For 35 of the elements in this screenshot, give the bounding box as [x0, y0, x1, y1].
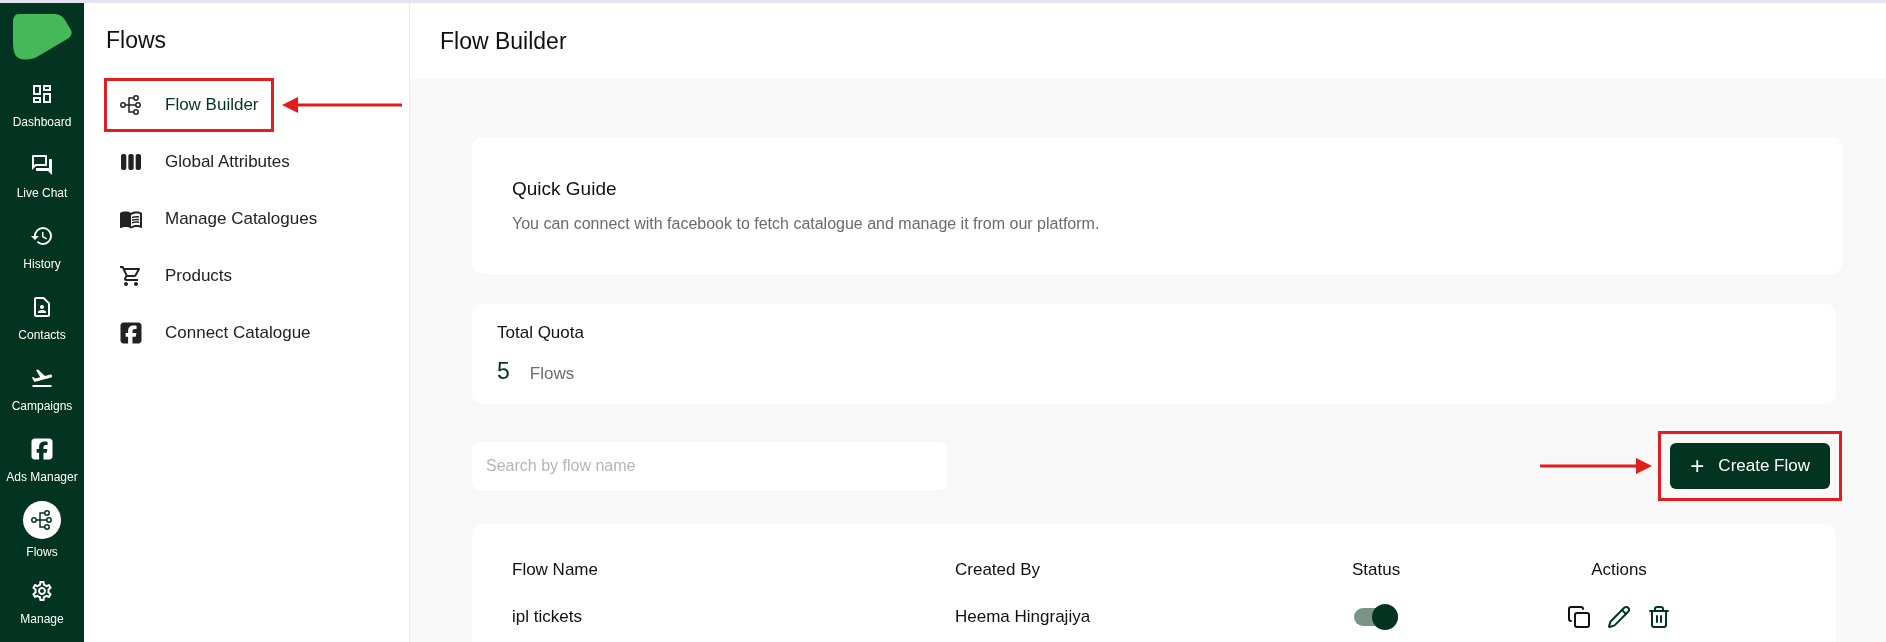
trash-icon[interactable]	[1647, 605, 1671, 629]
pencil-icon[interactable]	[1607, 605, 1631, 629]
column-header: Actions	[1591, 559, 1647, 582]
table-cell-text: ipl tickets	[512, 606, 583, 629]
nav-item[interactable]: Campaigns	[0, 353, 84, 424]
nav-item[interactable]: Live Chat	[0, 140, 84, 211]
sidebar-item[interactable]: Products	[104, 248, 248, 303]
search-field[interactable]: Search by flow name	[472, 442, 947, 490]
column-header: Status	[1352, 559, 1402, 582]
cart-icon	[119, 263, 143, 288]
copy-icon[interactable]	[1567, 605, 1591, 629]
sidebar-item[interactable]: Global Attributes	[104, 134, 305, 189]
page-title: Flow Builder	[440, 26, 567, 56]
quota-count: 5	[497, 356, 510, 386]
sidebar-item[interactable]: Manage Catalogues	[104, 191, 333, 246]
nav-item[interactable]: Contacts	[0, 282, 84, 353]
table-cell-text: Heema Hingrajiya	[955, 606, 1092, 629]
nav-item[interactable]: Ads Manager	[0, 424, 84, 495]
sidebar-title: Flows	[106, 26, 168, 55]
quick-guide-text: You can connect with facebook to fetch catalogue and manage it from our platform.	[512, 213, 1101, 234]
nav-item[interactable]: Dashboard	[0, 69, 84, 140]
facebook-icon	[119, 320, 143, 345]
nav-item[interactable]: History	[0, 211, 84, 282]
quota-unit: Flows	[529, 362, 575, 385]
logo-icon	[11, 11, 73, 63]
quota-label: Total Quota	[497, 322, 585, 344]
nav-item[interactable]: Flows	[0, 495, 84, 566]
sidebar-item[interactable]: Flow Builder	[104, 77, 274, 132]
sidebar-item[interactable]: Connect Catalogue	[104, 305, 326, 360]
column-header: Created By	[955, 559, 1042, 582]
create-flow-button[interactable]: + Create Flow	[1670, 443, 1830, 489]
nav-item[interactable]: Manage	[0, 566, 84, 637]
flow-icon	[119, 92, 143, 117]
column-header: Flow Name	[512, 559, 599, 582]
quick-guide-title: Quick Guide	[512, 177, 618, 202]
